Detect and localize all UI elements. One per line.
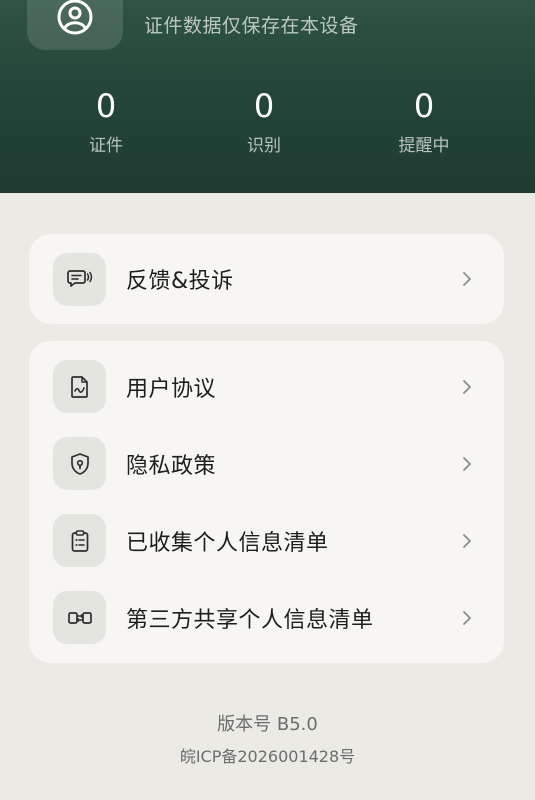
menu-item-label: 隐私政策 [126, 453, 217, 479]
stat-value: 0 [413, 87, 435, 125]
stat-certificates[interactable]: 0 证件 [27, 86, 185, 158]
stat-label: 提醒中 [398, 136, 450, 156]
stat-label: 证件 [89, 136, 123, 156]
chevron-right-icon [460, 531, 474, 551]
stat-reminders[interactable]: 0 提醒中 [345, 86, 503, 158]
chevron-right-icon [460, 269, 474, 289]
menu-item-label: 第三方共享个人信息清单 [126, 607, 374, 633]
clipboard-list-icon [53, 514, 106, 567]
storage-note: 证件数据仅保存在本设备 [144, 15, 359, 37]
legal-card: 用户协议 隐私政策 已收集个人信息清单 第三方共享个人信息清单 [29, 341, 504, 663]
chevron-right-icon [460, 377, 474, 397]
menu-item-user-agreement[interactable]: 用户协议 [29, 348, 504, 425]
stats-row: 0 证件 0 识别 0 提醒中 [0, 86, 535, 158]
version-text: 版本号 B5.0 [217, 714, 318, 735]
menu-item-collected-info-list[interactable]: 已收集个人信息清单 [29, 502, 504, 579]
stat-value: 0 [253, 87, 275, 125]
menu-item-feedback[interactable]: 反馈&投诉 [29, 234, 504, 324]
app-footer: 版本号 B5.0 皖ICP备2026001428号 [0, 710, 535, 770]
menu-item-label: 用户协议 [126, 376, 217, 402]
user-circle-icon [57, 0, 93, 35]
shield-lock-icon [53, 437, 106, 490]
feedback-icon [53, 252, 106, 306]
menu-item-third-party-sharing-list[interactable]: 第三方共享个人信息清单 [29, 579, 504, 656]
stat-recognitions[interactable]: 0 识别 [185, 86, 343, 158]
share-link-icon [53, 591, 106, 644]
stat-label: 识别 [247, 136, 281, 156]
document-icon [53, 360, 106, 413]
menu-item-label: 已收集个人信息清单 [126, 530, 329, 556]
chevron-right-icon [460, 608, 474, 628]
menu-item-privacy-policy[interactable]: 隐私政策 [29, 425, 504, 502]
stat-value: 0 [95, 87, 117, 125]
avatar[interactable] [27, 0, 123, 50]
profile-header: 证件数据仅保存在本设备 0 证件 0 识别 0 提醒中 [0, 0, 535, 193]
icp-record[interactable]: 皖ICP备2026001428号 [0, 744, 535, 770]
chevron-right-icon [460, 454, 474, 474]
feedback-card: 反馈&投诉 [29, 234, 504, 324]
menu-item-label: 反馈&投诉 [126, 269, 234, 294]
